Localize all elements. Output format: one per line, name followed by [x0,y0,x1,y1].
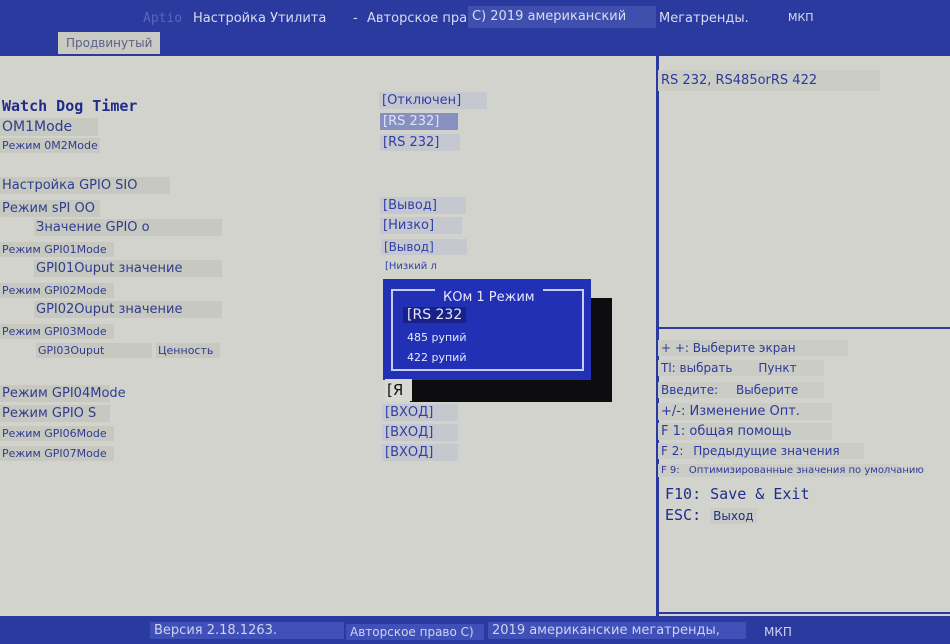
help-desc: Предыдущие значения [693,444,840,458]
help-key-item: Tl: выбрать Пункт [658,360,824,376]
help-desc: Save & Exit [710,485,810,503]
popup-frame: КОм 1 Режим [RS 232 485 рупий 422 рупий [391,289,584,371]
help-key: Tl: выбрать [661,361,733,375]
help-key: ESC: [665,506,702,524]
section-gpio-sio: Настройка GPIO SIO [0,177,170,194]
value-gpio6-mode[interactable]: [ВХОД] [382,424,458,441]
help-key-f10: F10: Save & Exit [662,484,813,504]
help-key: F10: [665,485,702,503]
help-desc: Выход [710,508,757,524]
help-key: F 9: [661,465,680,476]
value-com1-mode[interactable]: [RS 232] [380,113,458,130]
setting-label-gpio6-mode[interactable]: Режим GPI06Mode [0,426,114,441]
setting-label-gpio0-mode[interactable]: Режим sPI OO [0,200,100,217]
value-gpio0-value[interactable]: [Низко] [380,217,462,234]
footer-copyright-label: Авторское право С) [346,624,484,640]
setting-label-watchdog[interactable]: Watch Dog Timer [0,96,139,116]
value-gpio5-mode[interactable]: [ВХОД] [382,404,458,421]
help-description: RS 232, RS485orRS 422 [658,70,880,91]
value-gpio0-mode[interactable]: [Вывод] [380,197,466,214]
help-desc: Оптимизированные значения по умолчанию [688,465,924,476]
com1-mode-popup[interactable]: КОм 1 Режим [RS 232 485 рупий 422 рупий [383,279,591,380]
app-title: Настройка Утилита [193,11,327,26]
help-panel-bottom [659,612,950,614]
help-key-change: +/-: Изменение Опт. [658,403,832,420]
tab-advanced[interactable]: Продвинутый [58,32,161,54]
setting-label-gpio3-value[interactable]: Ценность [156,343,220,358]
help-key-esc: ESC: Выход [662,505,760,525]
help-key: +/-: [661,404,686,419]
help-desc: Выберите [736,383,799,397]
help-panel-divider [656,56,659,616]
help-desc: общая помощь [689,424,792,439]
help-key: Введите: [661,383,719,397]
help-key-enter: Введите: Выберите [658,382,824,398]
setting-label-gpio4-mode[interactable]: Режим GPI04Mode [0,385,126,402]
value-gpio1-value[interactable]: [Низкий л [382,260,440,273]
header-mkp: МКП [788,11,814,24]
setting-label-com1-mode[interactable]: OM1Mode [0,118,98,136]
title-bar: Aptio Настройка Утилита - Авторское прав… [0,0,950,34]
help-key-f9: F 9: Оптимизированные значения по умолча… [658,464,924,477]
value-gpio7-mode[interactable]: [ВХОД] [382,444,458,461]
help-desc: Пункт [758,361,797,375]
setting-label-gpio2-value[interactable]: GPI02Ouput значение [34,301,222,318]
setting-label-gpio1-value[interactable]: GPI01Ouput значение [34,260,222,277]
value-gpio1-mode[interactable]: [Вывод] [381,239,467,255]
setting-label-gpio7-mode[interactable]: Режим GPI07Mode [0,446,114,461]
help-key: + +: [661,341,689,355]
status-bar: Версия 2.18.1263. Авторское право С) 201… [0,616,950,644]
setting-label-gpio0-value[interactable]: Значение GPIO о [34,219,222,236]
setting-label-gpio1-mode[interactable]: Режим GPI01Mode [0,242,114,257]
popup-title: КОм 1 Режим [435,289,543,307]
footer-copyright-text: 2019 американские мегатренды, [488,622,746,639]
value-gpio4-mode[interactable]: [Я [385,379,412,401]
setting-label-gpio3-output[interactable]: GPI03Ouput [36,343,152,358]
setting-label-gpio2-mode[interactable]: Режим GPI02Mode [0,283,114,298]
setting-label-gpio5-mode[interactable]: Режим GPIO S [0,405,110,422]
help-key-f1: F 1: общая помощь [658,423,832,440]
help-desc: Изменение Опт. [689,404,800,419]
header-copyright-year: С) 2019 американский [468,6,656,28]
header-vendor: Мегатренды. [659,11,749,26]
value-com2-mode[interactable]: [RS 232] [380,134,460,151]
help-desc: Выберите экран [692,341,796,355]
popup-option-rs232[interactable]: [RS 232 [403,307,467,323]
help-key-f2: F 2: Предыдущие значения [658,443,864,459]
setting-label-com2-mode[interactable]: Режим 0M2Mode [0,138,100,153]
help-key-screen: + +: Выберите экран [658,340,848,356]
title-dash: - [353,11,358,26]
footer-version: Версия 2.18.1263. [150,622,344,639]
brand-partial: Aptio [143,11,183,26]
help-panel-separator [659,327,950,329]
help-key: F 2: [661,444,684,458]
popup-option-rs422[interactable]: 422 рупий [407,351,466,364]
help-key: F 1: [661,424,686,439]
value-watchdog[interactable]: [Отключен] [379,92,487,109]
setting-label-gpio3-mode[interactable]: Режим GPI03Mode [0,324,114,339]
footer-mkp: МКП [764,625,792,639]
popup-option-rs485[interactable]: 485 рупий [407,331,466,344]
